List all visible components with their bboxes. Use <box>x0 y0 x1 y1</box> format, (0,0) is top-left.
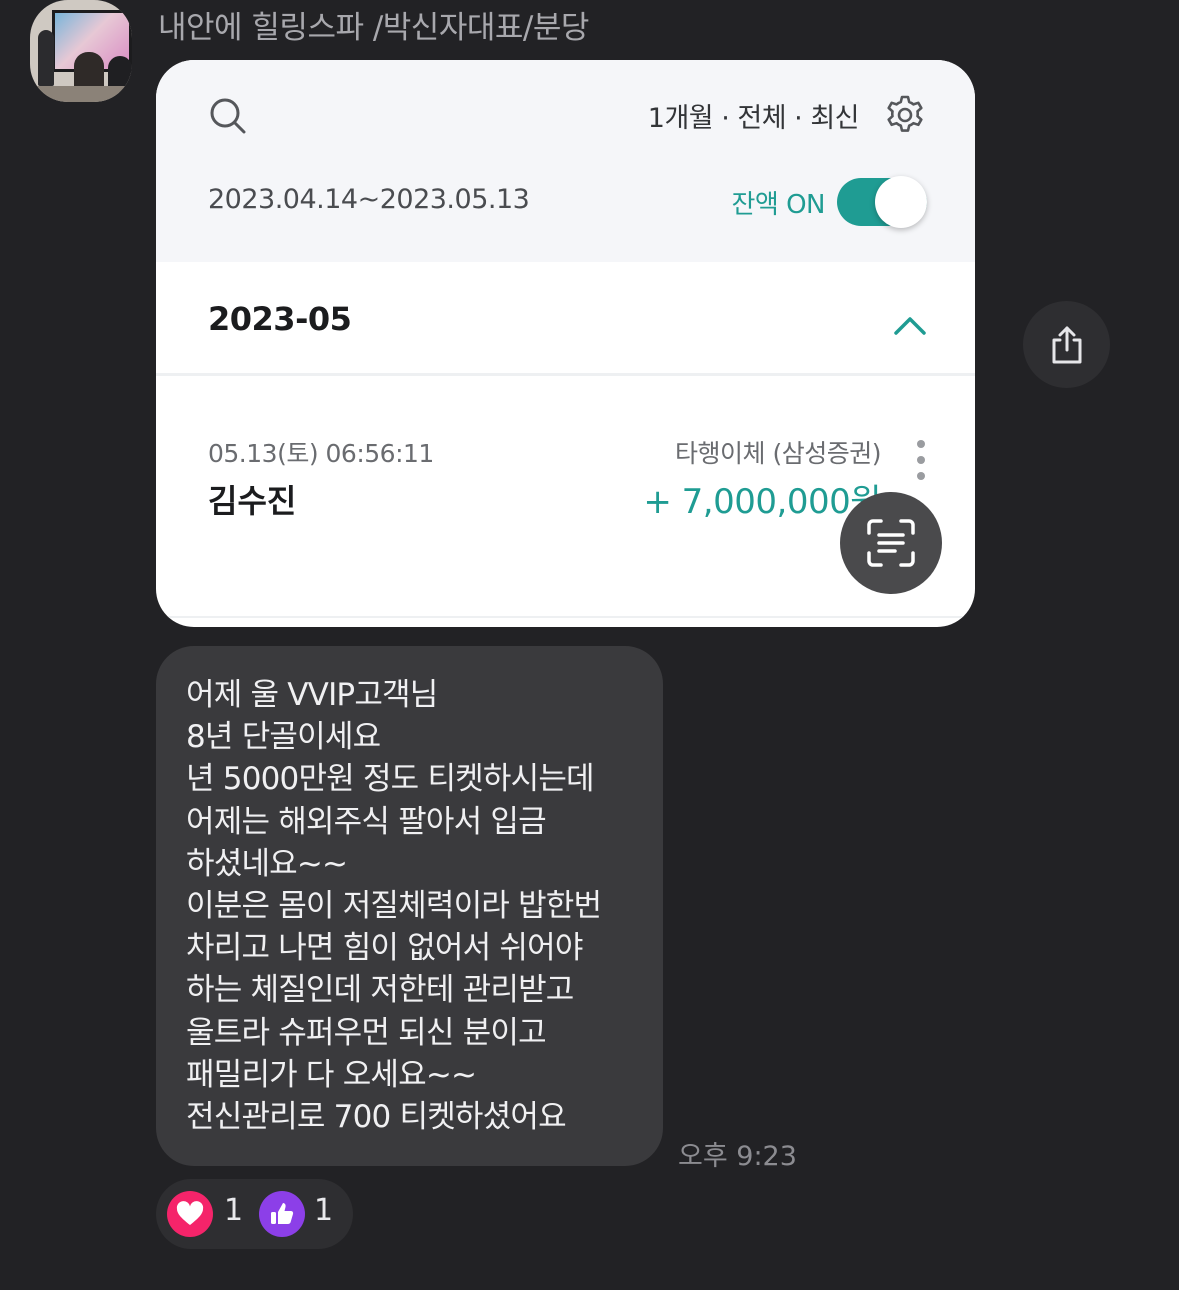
thumbs-up-icon[interactable] <box>259 1191 305 1237</box>
like-count: 1 <box>314 1193 334 1228</box>
message-line: 울트라 슈퍼우먼 되신 분이고 <box>186 1014 547 1051</box>
divider <box>156 616 975 618</box>
message-line: 8년 단골이세요 <box>186 719 381 756</box>
balance-toggle <box>837 176 927 228</box>
more-vertical-icon <box>917 440 925 480</box>
share-button[interactable] <box>1023 301 1110 388</box>
chevron-up-icon <box>894 317 926 335</box>
thumbs-up-icon <box>271 1203 294 1224</box>
month-section-header: 2023-05 <box>156 262 975 376</box>
sender-name: 내안에 힐링스파 /박신자대표/분당 <box>158 10 589 46</box>
month-label: 2023-05 <box>208 300 352 338</box>
message-line: 차리고 나면 힘이 없어서 쉬어야 <box>186 930 583 967</box>
share-icon <box>1052 326 1081 363</box>
avatar-photo-person <box>38 30 54 86</box>
balance-toggle-label: 잔액 ON <box>731 190 825 220</box>
message-line: 전신관리로 700 티켓하셨어요 <box>186 1099 567 1136</box>
heart-icon <box>176 1201 204 1225</box>
message-line: 어제 울 VVIP고객님 <box>186 677 438 713</box>
message-bubble[interactable]: 어제 울 VVIP고객님 8년 단골이세요 년 5000만원 정도 티켓하시는데… <box>156 646 663 1166</box>
text-scan-button[interactable] <box>840 492 942 594</box>
message-line: 하셨네요~~ <box>186 845 348 882</box>
date-range: 2023.04.14~2023.05.13 <box>208 184 530 215</box>
sender-avatar[interactable] <box>30 0 132 102</box>
avatar-photo-floor <box>30 86 132 102</box>
transaction-name: 김수진 <box>208 482 297 520</box>
message-line: 하는 체질인데 저한테 관리받고 <box>186 972 574 1009</box>
message-line: 이분은 몸이 저질체력이라 밥한번 <box>186 888 602 925</box>
bank-header: 1개월 · 전체 · 최신 2023.04.14~2023.05.13 잔액 O… <box>156 60 975 262</box>
reactions-bar[interactable]: 1 1 <box>156 1179 353 1249</box>
message-line: 어제는 해외주식 팔아서 입금 <box>186 803 547 840</box>
heart-icon[interactable] <box>167 1191 213 1237</box>
message-timestamp: 오후 9:23 <box>678 1141 797 1172</box>
transaction-type: 타행이체 (삼성증권) <box>675 439 881 468</box>
search-icon <box>210 98 246 134</box>
filter-summary: 1개월 · 전체 · 최신 <box>647 103 860 134</box>
transaction-amount: + 7,000,000원 <box>643 482 881 522</box>
gear-icon <box>887 95 923 132</box>
transaction-datetime: 05.13(토) 06:56:11 <box>208 439 434 468</box>
toggle-knob <box>875 176 927 228</box>
text-scan-icon <box>867 519 915 567</box>
message-line: 패밀리가 다 오세요~~ <box>186 1056 477 1093</box>
message-line: 년 5000만원 정도 티켓하시는데 <box>186 761 595 798</box>
heart-count: 1 <box>224 1193 244 1228</box>
